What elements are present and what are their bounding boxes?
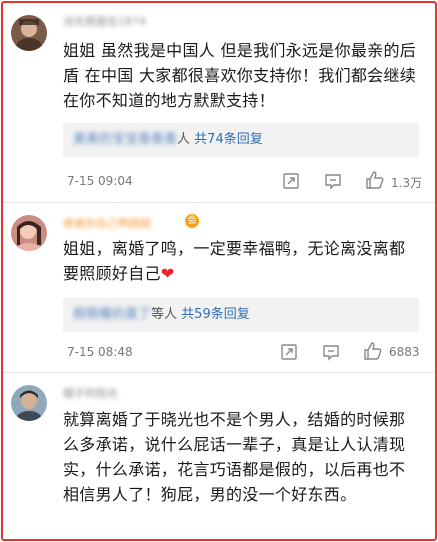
avatar[interactable] xyxy=(11,385,47,421)
username[interactable]: 帽子的阳光 xyxy=(63,385,118,401)
reply-summary[interactable]: 美美的宝宝香香香人 共74条回复 xyxy=(63,123,419,157)
comment-text: 姐姐，离婚了鸣，一定要幸福鸭，无论离没离都要照顾好自己❤ xyxy=(63,236,417,286)
reply-suffix: 人 xyxy=(177,132,191,147)
reply-users: 假假暖的直了 xyxy=(73,307,152,322)
comment-item: 淡化假面在1874 姐姐 虽然我是中国人 但是我们永远是你最亲的后盾 在中国 大… xyxy=(3,3,435,203)
member-badge-icon: 会 xyxy=(185,214,199,228)
username[interactable]: 淡化假面在1874 xyxy=(63,13,146,29)
thumbs-up-icon[interactable] xyxy=(363,341,383,361)
username[interactable]: 捧被你自己鸭婉婉 xyxy=(63,215,151,231)
reply-count-link[interactable]: 共74条回复 xyxy=(194,132,263,147)
reply-users: 美美的宝宝香香香 xyxy=(73,132,178,147)
share-icon[interactable] xyxy=(281,171,301,191)
comment-item: 帽子的阳光 就算离婚了于晓光也不是个男人，结婚的时候那么多承诺，说什么屁话一辈子… xyxy=(3,373,435,539)
comment-item: 捧被你自己鸭婉婉 会 姐姐，离婚了鸣，一定要幸福鸭，无论离没离都要照顾好自己❤ … xyxy=(3,203,435,373)
reply-count-link[interactable]: 共59条回复 xyxy=(181,307,250,322)
reply-summary[interactable]: 假假暖的直了等人 共59条回复 xyxy=(63,298,419,332)
heart-emoji: ❤ xyxy=(160,264,175,283)
comment-icon[interactable] xyxy=(321,342,341,362)
like-count: 6883 xyxy=(389,345,420,359)
comment-text: 姐姐 虽然我是中国人 但是我们永远是你最亲的后盾 在中国 大家都很喜欢你支持你！… xyxy=(63,41,417,110)
avatar[interactable] xyxy=(11,15,47,51)
comment-time: 7-15 08:48 xyxy=(67,345,133,359)
share-icon[interactable] xyxy=(279,342,299,362)
reply-suffix: 等人 xyxy=(151,307,178,322)
comment-time: 7-15 09:04 xyxy=(67,174,133,188)
comment-icon[interactable] xyxy=(323,171,343,191)
thumbs-up-icon[interactable] xyxy=(365,170,385,190)
comment-screenshot-frame: 淡化假面在1874 姐姐 虽然我是中国人 但是我们永远是你最亲的后盾 在中国 大… xyxy=(1,1,437,541)
comment-text-content: 姐姐，离婚了鸣，一定要幸福鸭，无论离没离都要照顾好自己 xyxy=(63,239,406,283)
like-count: 1.3万 xyxy=(391,176,423,190)
avatar[interactable] xyxy=(11,215,47,251)
comment-text: 就算离婚了于晓光也不是个男人，结婚的时候那么多承诺，说什么屁话一辈子，真是让人认… xyxy=(63,410,406,504)
